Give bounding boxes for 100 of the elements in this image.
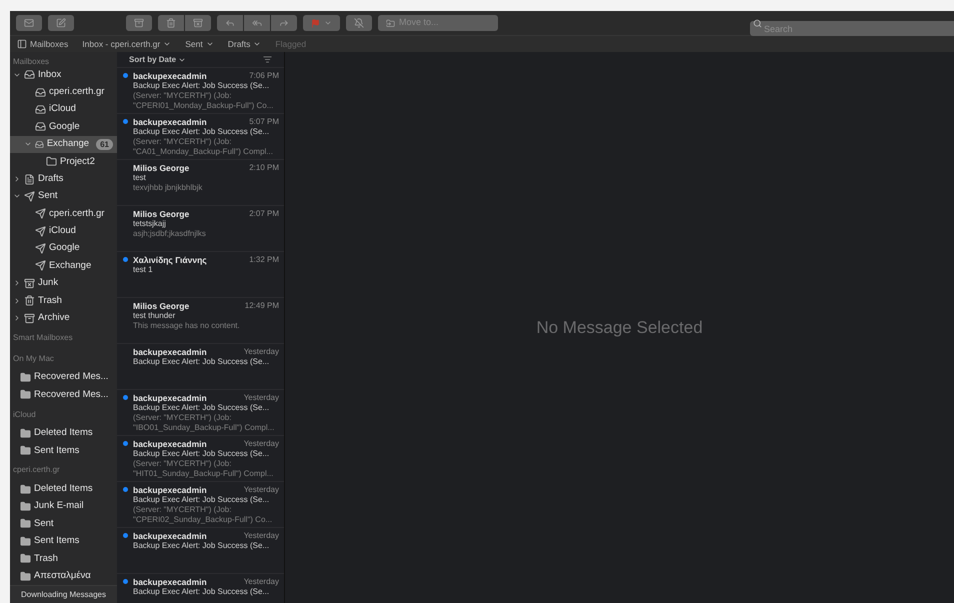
forward-button[interactable]	[271, 15, 297, 31]
mailbox-item[interactable]: Trash	[10, 292, 117, 310]
mailbox-label: Απεσταλμένα	[34, 568, 91, 583]
message-row[interactable]: backupexecadmin Yesterday Backup Exec Alert: Job Success (Se... (Server: "MYCERTH") (Job: "CPERI02_Sunday_Backup-Full") Co...	[117, 482, 284, 528]
mailbox-item[interactable]: Sent Items	[10, 532, 117, 550]
message-row[interactable]: backupexecadmin Yesterday Backup Exec Alert: Job Success (Se... (Server: "MYCERTH") (Job: "HIT01_Sunday_Backup-Full") Compl...	[117, 436, 284, 482]
mailbox-item[interactable]: Trash	[10, 550, 117, 568]
message-row[interactable]: backupexecadmin 5:07 PM Backup Exec Alert: Job Success (Se... (Server: "MYCERTH") (Job: "CA01_Monday_Backup-Full") Compl...	[117, 114, 284, 160]
section-header: cperi.certh.gr	[12, 464, 61, 476]
mailbox-item[interactable]: Junk E-mail	[10, 498, 117, 516]
preview-line: (Server: "MYCERTH") (Job:	[133, 137, 232, 147]
disclosure-icon[interactable]	[13, 175, 21, 184]
reply-all-button[interactable]	[244, 15, 270, 31]
section-header: Smart Mailboxes	[12, 332, 74, 344]
message-time: 2:10 PM	[249, 163, 279, 173]
favorites-item[interactable]: Inbox - cperi.certh.gr	[82, 38, 172, 50]
message-row[interactable]: Χαλινίδης Γιάννης 1:32 PM test 1	[117, 252, 284, 298]
mailbox-label: Google	[49, 120, 80, 134]
message-row[interactable]: Milios George 2:10 PM test texvjhbb jbnjkbhlbjk	[117, 160, 284, 206]
mailbox-item[interactable]: Sent	[10, 188, 117, 206]
message-row[interactable]: backupexecadmin Yesterday Backup Exec Alert: Job Success (Se...	[117, 574, 284, 603]
preview-line: (Server: "MYCERTH") (Job:	[133, 459, 232, 469]
subject: test 1	[133, 265, 154, 275]
folder-icon	[20, 570, 31, 582]
inbox-icon	[35, 138, 44, 150]
preview-line: This message has no content.	[133, 321, 241, 331]
sender: Milios George	[133, 301, 190, 311]
preview-line: "HIT01_Sunday_Backup-Full") Compl...	[133, 469, 274, 479]
junk-button[interactable]	[185, 15, 211, 31]
compose-button[interactable]	[48, 15, 74, 31]
preview-line: texvjhbb jbnjkbhlbjk	[133, 183, 204, 193]
mailbox-label: Sent	[38, 189, 58, 204]
mailbox-label: Drafts	[38, 172, 64, 186]
archive-button[interactable]	[126, 15, 152, 31]
mailbox-item[interactable]: cperi.certh.gr	[10, 83, 117, 101]
sender: backupexecadmin	[133, 347, 207, 357]
message-row[interactable]: Milios George 12:49 PM test thunder This message has no content.	[117, 298, 284, 344]
preview-line: (Server: "MYCERTH") (Job:	[133, 505, 232, 515]
mailbox-item[interactable]: Exchange	[10, 257, 117, 275]
mailbox-item[interactable]: Google	[10, 240, 117, 258]
mailbox-label: Exchange	[49, 258, 92, 273]
section-header: iCloud	[12, 408, 37, 421]
preview-line: (Server: "MYCERTH") (Job:	[133, 91, 232, 101]
mailbox-item[interactable]: Project2	[10, 152, 117, 170]
mailbox-label: Trash	[38, 294, 62, 308]
folder-icon	[20, 389, 31, 400]
folder-icon	[20, 553, 31, 564]
subject: Backup Exec Alert: Job Success (Se...	[133, 357, 270, 367]
sort-menu[interactable]: Sort by Date	[129, 54, 186, 66]
delete-button[interactable]	[158, 15, 184, 31]
subject: Backup Exec Alert: Job Success (Se...	[133, 403, 270, 413]
message-row[interactable]: backupexecadmin Yesterday Backup Exec Alert: Job Success (Se... (Server: "MYCERTH") (Job: "IBO01_Sunday_Backup-Full") Compl...	[117, 390, 284, 436]
mailbox-item[interactable]: Junk	[10, 274, 117, 292]
message-row[interactable]: backupexecadmin Yesterday Backup Exec Alert: Job Success (Se...	[117, 528, 284, 574]
disclosure-icon[interactable]	[13, 314, 21, 322]
mailbox-label: Inbox	[38, 68, 62, 82]
sender: Χαλινίδης Γιάννης	[133, 255, 207, 265]
mute-button[interactable]	[346, 15, 372, 31]
subject: tetstsjkajj	[133, 219, 167, 229]
folder-icon	[20, 445, 31, 456]
reply-all-icon	[252, 18, 262, 28]
folder-icon	[20, 428, 31, 439]
mailbox-item[interactable]: Sent Items	[10, 442, 117, 460]
favorites-item[interactable]: Sent	[185, 38, 214, 50]
favorites-item[interactable]: Drafts	[228, 38, 262, 50]
message-time: 12:49 PM	[244, 301, 279, 311]
favorites-item[interactable]: Mailboxes	[17, 38, 68, 50]
message-time: Yesterday	[244, 531, 279, 541]
mailbox-item[interactable]: Sent	[10, 515, 117, 533]
sender: backupexecadmin	[133, 393, 207, 403]
junk-icon	[193, 18, 203, 28]
message-row[interactable]: backupexecadmin Yesterday Backup Exec Alert: Job Success (Se...	[117, 344, 284, 390]
mailbox-item[interactable]: Google	[10, 118, 117, 136]
mailbox-item[interactable]: Recovered Mes...	[10, 386, 117, 404]
mailbox-item[interactable]: Απεσταλμένα	[10, 567, 117, 585]
mailbox-item[interactable]: Archive	[10, 309, 117, 327]
mailbox-item[interactable]: Inbox	[10, 66, 117, 84]
get-mail-button[interactable]	[16, 15, 42, 31]
mailbox-item[interactable]: Deleted Items	[10, 480, 117, 498]
mailbox-item[interactable]: Exchange 61	[10, 136, 117, 153]
reply-button[interactable]	[217, 15, 243, 31]
mailbox-item[interactable]: Deleted Items	[10, 424, 117, 442]
inbox-icon	[35, 86, 46, 98]
subject: test	[133, 173, 147, 183]
subject: Backup Exec Alert: Job Success (Se...	[133, 449, 270, 459]
mailbox-label: Junk E-mail	[34, 499, 84, 514]
disclosure-icon[interactable]	[13, 279, 21, 288]
folder-icon	[20, 372, 31, 384]
mailbox-label: Trash	[34, 552, 58, 566]
mailbox-item[interactable]: iCloud	[10, 100, 117, 118]
mailbox-item[interactable]: iCloud	[10, 222, 117, 240]
filter-icon[interactable]	[263, 55, 272, 64]
preview-line: (Server: "MYCERTH") (Job:	[133, 413, 232, 423]
mailbox-item[interactable]: Drafts	[10, 170, 117, 188]
message-row[interactable]: Milios George 2:07 PM tetstsjkajj asjh;jsdbf;jkasdfnjlks	[117, 206, 284, 252]
mailbox-item[interactable]: cperi.certh.gr	[10, 205, 117, 223]
mailbox-item[interactable]: Recovered Mes...	[10, 368, 117, 386]
disclosure-icon[interactable]	[13, 296, 21, 305]
sender: backupexecadmin	[133, 439, 207, 449]
message-row[interactable]: backupexecadmin 7:06 PM Backup Exec Alert: Job Success (Se... (Server: "MYCERTH") (Job: "CPERI01_Monday_Backup-Full") Co...	[117, 68, 284, 114]
